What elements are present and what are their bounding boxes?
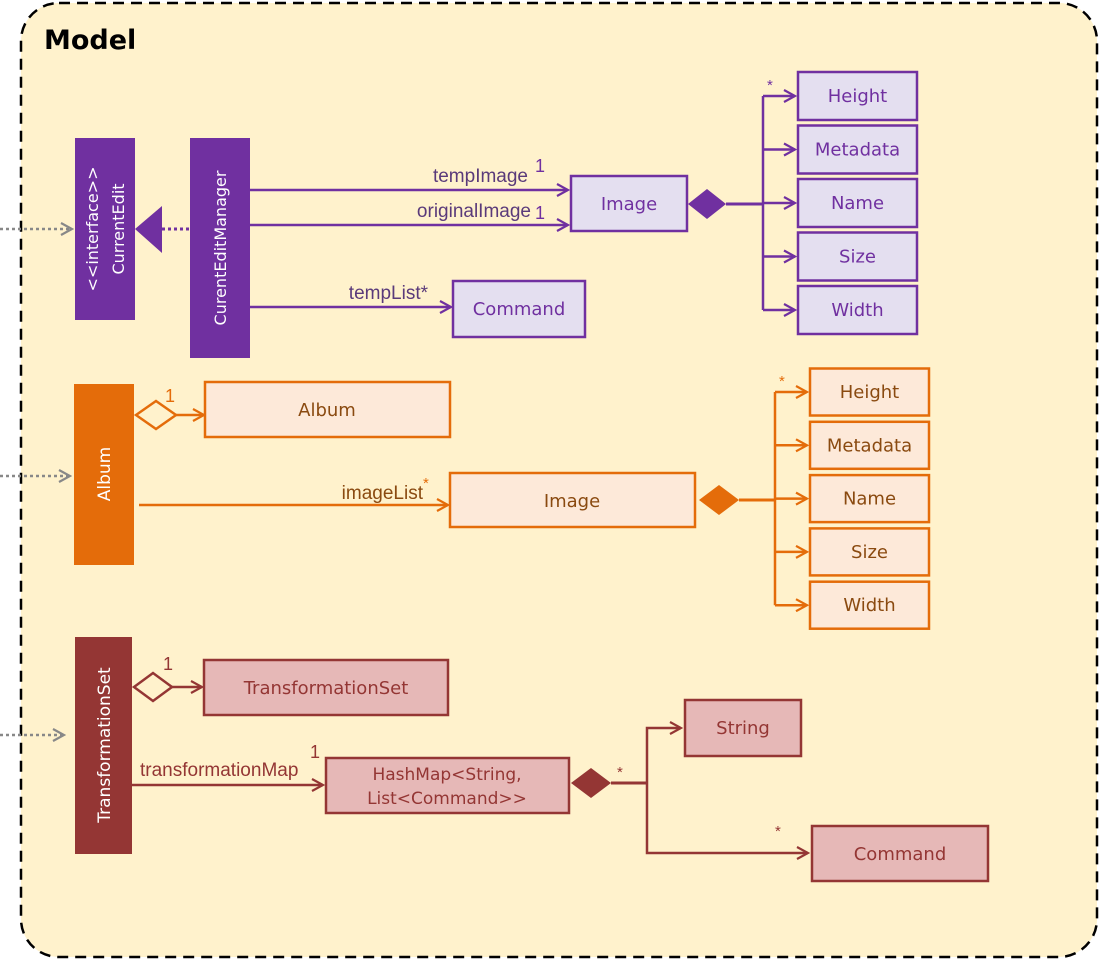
attribute-class-name: Name — [843, 489, 896, 510]
attribute-class-name: Width — [831, 300, 883, 321]
attribute-class-name: Height — [840, 382, 900, 403]
attribute-class-name: Size — [839, 247, 876, 268]
album-class-name: Album — [298, 400, 356, 421]
interface-name: CurrentEdit — [109, 183, 128, 274]
model-title: Model — [44, 25, 136, 56]
transformation-set-multiplicity: 1 — [163, 654, 173, 674]
assoc-transformation-map-label: transformationMap — [140, 760, 298, 781]
assoc-image-list-multiplicity: * — [423, 475, 429, 492]
attributes-multiplicity: * — [767, 77, 773, 94]
string-class-name: String — [716, 718, 770, 739]
assoc-temp-image-multiplicity: 1 — [535, 156, 545, 176]
interface-stereotype: <<interface>> — [83, 167, 102, 292]
assoc-original-image-label: originalImage — [417, 201, 531, 222]
album-image-class-name: Image — [544, 491, 600, 512]
command-class-name: Command — [473, 299, 566, 320]
assoc-image-list-label: imageList — [342, 483, 424, 504]
attribute-class-name: Size — [851, 542, 888, 563]
command-multiplicity: * — [775, 823, 781, 840]
hashmap-class-name-line2: List<Command>> — [367, 789, 527, 809]
assoc-original-image-multiplicity: 1 — [535, 203, 545, 223]
assoc-transformation-map-multiplicity: 1 — [310, 742, 320, 762]
transformation-owner-name: TransformationSet — [95, 667, 115, 824]
attributes-multiplicity: * — [779, 373, 785, 390]
attribute-class-name: Name — [831, 193, 884, 214]
album-owner-name: Album — [95, 447, 115, 501]
transformation-command-class-name: Command — [854, 844, 947, 865]
map-multiplicity: * — [617, 764, 623, 781]
attribute-class-name: Metadata — [815, 140, 900, 161]
attribute-class-name: Metadata — [827, 435, 912, 456]
attribute-class-name: Height — [828, 86, 888, 107]
assoc-temp-list-label: tempList* — [349, 283, 429, 304]
transformation-set-class-name: TransformationSet — [243, 678, 409, 699]
manager-name: CurentEditManager — [211, 170, 230, 325]
assoc-temp-image-label: tempImage — [433, 166, 528, 187]
attribute-class-name: Width — [843, 595, 895, 616]
hashmap-class-name-line1: HashMap<String, — [372, 765, 521, 785]
model-diagram: Model <<interface>> CurrentEdit CurentEd… — [0, 1, 1099, 959]
image-class-name: Image — [601, 194, 657, 215]
album-multiplicity: 1 — [165, 386, 175, 406]
